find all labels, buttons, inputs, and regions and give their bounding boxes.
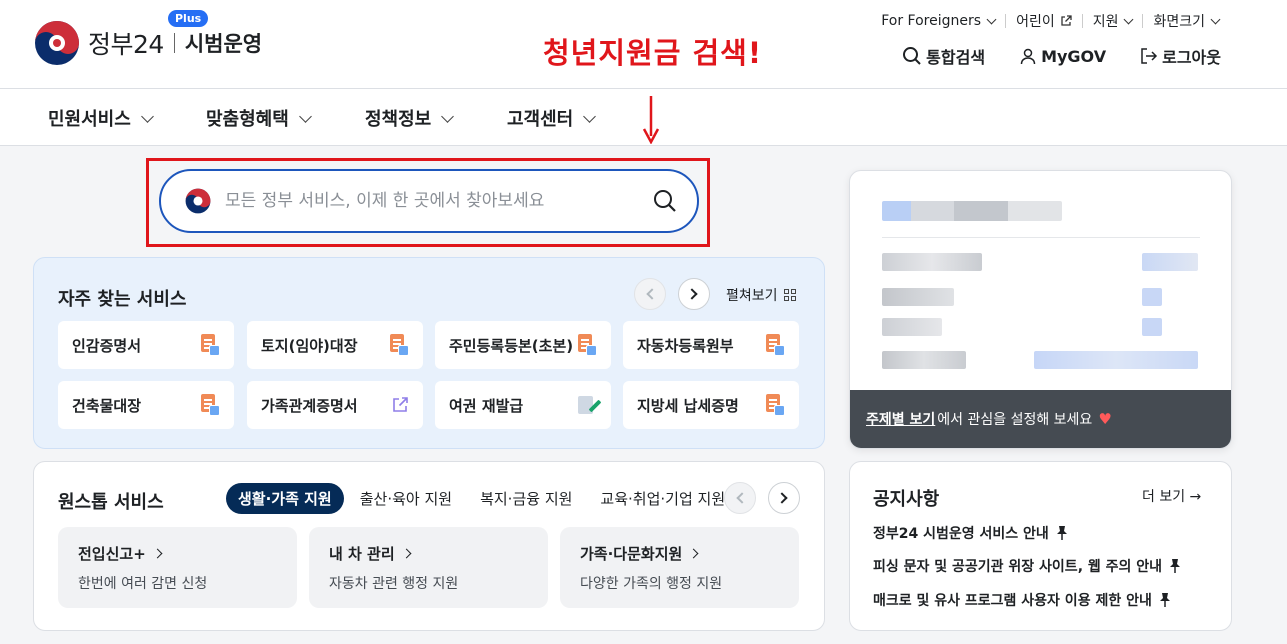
util-kids[interactable]: 어린이 <box>1006 11 1082 31</box>
mygov-button[interactable]: MyGOV <box>1019 47 1106 66</box>
pin-icon <box>1056 526 1067 540</box>
chevron-down-icon <box>1124 14 1134 24</box>
frequent-services-title: 자주 찾는 서비스 <box>58 289 187 310</box>
blurred-info <box>882 351 966 369</box>
integrated-search-button[interactable]: 통합검색 <box>902 44 985 68</box>
user-info-panel: 주제별 보기 에서 관심을 설정해 보세요 ♥ <box>849 170 1232 449</box>
chevron-left-icon <box>736 492 748 504</box>
tab-welfare-finance[interactable]: 복지·금융 지원 <box>468 483 584 514</box>
chevron-down-icon <box>1210 14 1221 24</box>
onestop-card-my-car[interactable]: 내 차 관리 자동차 관련 행정 지원 <box>309 527 548 608</box>
search-icon[interactable] <box>653 189 677 213</box>
document-icon <box>200 394 220 416</box>
chevron-right-icon <box>152 548 163 559</box>
service-card-local-tax-certificate[interactable]: 지방세 납세증명 <box>623 381 799 429</box>
favorites-next-button[interactable] <box>678 278 710 310</box>
blurred-user-name <box>882 201 1062 221</box>
edit-document-icon <box>577 395 602 415</box>
gnb-item-custom-benefits[interactable]: 맞춤형혜택 <box>206 105 312 131</box>
document-icon <box>577 334 597 356</box>
gnb-item-policy-info[interactable]: 정책정보 <box>365 105 455 131</box>
blurred-info <box>882 253 982 271</box>
blurred-info <box>1142 288 1162 306</box>
chevron-right-icon <box>688 548 699 559</box>
document-icon <box>389 334 409 356</box>
onestop-next-button[interactable] <box>768 482 800 514</box>
notice-item[interactable]: 피싱 문자 및 공공기관 위장 사이트, 웹 주의 안내 <box>873 556 1182 576</box>
blurred-info <box>1142 318 1162 336</box>
chevron-down-icon <box>986 14 997 24</box>
notice-item[interactable]: 매크로 및 유사 프로그램 사용자 이용 제한 안내 <box>873 590 1172 610</box>
chevron-left-icon <box>646 288 658 300</box>
logo-text: 정부24 <box>88 30 164 59</box>
favorites-prev-button[interactable] <box>634 278 666 310</box>
service-card-family-certificate[interactable]: 가족관계증명서 <box>247 381 423 429</box>
chevron-down-icon <box>298 109 312 123</box>
external-link-icon <box>393 397 408 412</box>
arrow-right-icon: → <box>1189 489 1202 505</box>
grid-icon <box>783 289 796 301</box>
service-card-resident-register[interactable]: 주민등록등본(초본) <box>435 321 611 369</box>
search-input[interactable] <box>225 191 653 211</box>
onestop-card-family-multicultural[interactable]: 가족·다문화지원 다양한 가족의 행정 지원 <box>560 527 799 608</box>
header-actions: 통합검색 MyGOV 로그아웃 <box>868 44 1221 68</box>
taegeuk-logo-icon <box>35 21 79 65</box>
utility-links: For Foreigners 어린이 지원 화면크기 <box>871 11 1229 31</box>
gnb-item-civil-service[interactable]: 민원서비스 <box>48 105 154 131</box>
chevron-right-icon <box>401 548 412 559</box>
gnb-item-customer-center[interactable]: 고객센터 <box>507 105 597 131</box>
document-icon <box>200 334 220 356</box>
logo[interactable]: 정부24 시범운영 <box>34 20 262 66</box>
onestop-card-move-in[interactable]: 전입신고+ 한번에 여러 감면 신청 <box>58 527 297 608</box>
service-card-land-register[interactable]: 토지(임야)대장 <box>247 321 423 369</box>
onestop-prev-button[interactable] <box>724 482 756 514</box>
annotation-text: 청년지원금 검색! <box>543 36 763 70</box>
document-icon <box>765 394 785 416</box>
divider <box>882 237 1200 238</box>
service-card-building-register[interactable]: 건축물대장 <box>58 381 234 429</box>
user-icon <box>1020 48 1036 65</box>
notice-more-link[interactable]: 더 보기 → <box>1142 486 1201 506</box>
chevron-right-icon <box>776 492 788 504</box>
logout-icon <box>1141 48 1158 64</box>
onestop-tabs: 생활·가족 지원 출산·육아 지원 복지·금융 지원 교육·취업·기업 지원 <box>226 483 741 514</box>
notice-title: 공지사항 <box>873 489 940 510</box>
topic-view-link[interactable]: 주제별 보기 <box>866 409 935 429</box>
search-icon <box>903 47 921 65</box>
logout-button[interactable]: 로그아웃 <box>1140 44 1221 68</box>
pin-icon <box>1159 593 1170 607</box>
plus-badge: Plus <box>168 10 209 27</box>
tab-education-employment[interactable]: 교육·취업·기업 지원 <box>588 483 737 514</box>
tab-birth-childcare[interactable]: 출산·육아 지원 <box>348 483 464 514</box>
pin-icon <box>1170 559 1181 573</box>
onestop-title: 원스톱 서비스 <box>58 492 164 513</box>
chevron-right-icon <box>686 288 698 300</box>
topic-view-bar: 주제별 보기 에서 관심을 설정해 보세요 ♥ <box>850 390 1231 448</box>
util-support[interactable]: 지원 <box>1083 11 1143 31</box>
logo-divider <box>173 33 175 53</box>
util-screen-size[interactable]: 화면크기 <box>1143 11 1229 31</box>
blurred-info <box>882 288 954 306</box>
notice-item[interactable]: 정부24 시범운영 서비스 안내 <box>873 523 1069 543</box>
logo-subtitle: 시범운영 <box>184 32 263 56</box>
blurred-info <box>1034 351 1198 369</box>
taegeuk-logo-icon <box>185 188 211 214</box>
util-for-foreigners[interactable]: For Foreigners <box>871 13 1005 29</box>
service-card-seal-certificate[interactable]: 인감증명서 <box>58 321 234 369</box>
blurred-info <box>1142 253 1198 271</box>
chevron-down-icon <box>140 109 154 123</box>
chevron-down-icon <box>583 109 597 123</box>
external-link-icon <box>1061 15 1072 26</box>
service-card-vehicle-register[interactable]: 자동차등록원부 <box>623 321 799 369</box>
main-search-bar <box>159 169 699 233</box>
document-icon <box>765 334 785 356</box>
heart-icon: ♥ <box>1098 410 1112 428</box>
blurred-info <box>882 318 942 336</box>
annotation-arrow-icon <box>642 96 660 144</box>
service-card-passport-reissue[interactable]: 여권 재발급 <box>435 381 611 429</box>
header: 정부24 시범운영 Plus 청년지원금 검색! For Foreigners … <box>0 0 1287 89</box>
chevron-down-icon <box>441 109 455 123</box>
tab-life-family[interactable]: 생활·가족 지원 <box>226 483 344 514</box>
expand-all-link[interactable]: 펼쳐보기 <box>726 285 796 305</box>
